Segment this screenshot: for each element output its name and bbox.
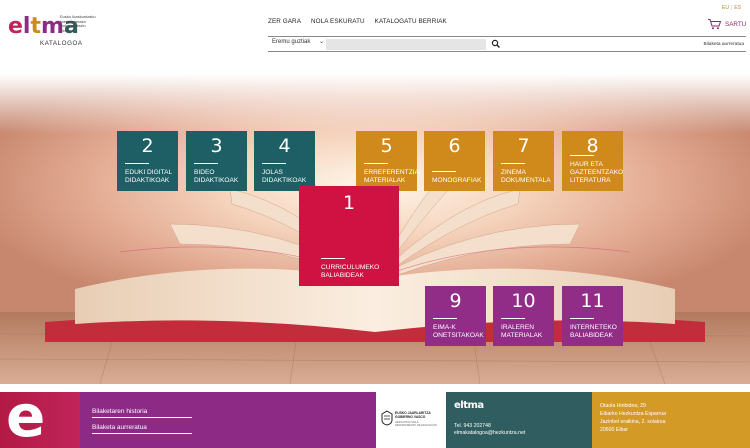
search-scope-select[interactable]: Eremu guztiak xyxy=(272,39,310,45)
address-line: 20600 Eibar xyxy=(600,427,628,433)
category-tile-11[interactable]: 11 INTERNETEKO BALIABIDEAK xyxy=(562,286,623,346)
lang-eu[interactable]: EU xyxy=(722,5,729,11)
hero-fade xyxy=(0,74,750,134)
category-tile-9[interactable]: 9 EIMA-K ONETSITAKOAK xyxy=(425,286,486,346)
search-icon[interactable] xyxy=(491,39,501,49)
footer-e-logo: e xyxy=(0,392,80,448)
tile-label: ERREFERENTZIA-MATERIALAK xyxy=(364,169,422,184)
tile-number: 11 xyxy=(580,290,605,312)
tile-number: 7 xyxy=(517,135,530,157)
tile-rule xyxy=(262,163,286,164)
tile-label: INTERNETEKO BALIABIDEAK xyxy=(570,324,617,339)
category-tile-1[interactable]: 1 CURRICULUMEKO BALIABIDEAK xyxy=(299,186,399,286)
lang-separator: | xyxy=(730,5,733,11)
footer-link-advanced-search[interactable]: Bilaketa aurreratua xyxy=(92,424,192,434)
logo-tagline-line: Zentroa xyxy=(60,27,74,33)
advanced-search-link[interactable]: Bilaketa aurreratua xyxy=(703,42,744,47)
address-line: Jazinbel eraikina, 2. solairua xyxy=(600,419,666,425)
tile-number: 1 xyxy=(342,192,356,214)
nav-katalogatu-berriak[interactable]: KATALOGATU BERRIAK xyxy=(375,18,447,25)
tile-label: IRALEREN MATERIALAK xyxy=(501,324,543,339)
search-input[interactable] xyxy=(326,39,486,50)
tile-rule xyxy=(501,318,525,319)
logo-subtitle: KATALOGOA xyxy=(40,40,83,47)
address-line: Otaola Hiribidea, 29 xyxy=(600,403,646,409)
basque-government-emblem-icon xyxy=(381,410,393,426)
category-tile-7[interactable]: 7 ZINEMA DOKUMENTALA xyxy=(493,131,554,191)
tile-rule xyxy=(432,171,456,172)
tile-rule xyxy=(125,163,149,164)
tile-label: JOLAS DIDAKTIKOAK xyxy=(262,169,307,184)
tile-number: 10 xyxy=(511,290,536,312)
tile-label: BIDEO DIDAKTIKOAK xyxy=(194,169,239,184)
footer-links: Bilaketaren historia Bilaketa aurreratua xyxy=(80,392,376,448)
language-switcher: EU | ES xyxy=(722,5,741,11)
tile-label: EDUKI DIGITAL DIDAKTIKOAK xyxy=(125,169,172,184)
tile-number: 6 xyxy=(448,135,461,157)
site-header: e l t m a Eusko Ikaskuntzako Ikastetxeet… xyxy=(0,0,750,74)
department-name: HEZKUNTZA SAILA DEPARTAMENTO DE EDUCACIÓ… xyxy=(395,421,440,427)
cart-button[interactable]: SARTU xyxy=(707,18,746,30)
logo-letter-l: l xyxy=(22,14,31,39)
tile-number: 4 xyxy=(278,135,291,157)
category-tile-2[interactable]: 2 EDUKI DIGITAL DIDAKTIKOAK xyxy=(117,131,178,191)
nav-nola-eskuratu[interactable]: NOLA ESKURATU xyxy=(311,18,365,25)
category-tile-6[interactable]: 6 MONOGRAFIAK xyxy=(424,131,485,191)
footer-email[interactable]: elmakatalogoa@hezkuntza.net xyxy=(454,430,525,436)
tile-rule xyxy=(194,163,218,164)
logo-letter-t: t xyxy=(30,14,41,39)
government-name: EUSKO JAURLARITZA GOBIERNO VASCO xyxy=(395,411,431,419)
category-tile-4[interactable]: 4 JOLAS DIDAKTIKOAK xyxy=(254,131,315,191)
cart-icon xyxy=(708,19,722,30)
tile-label: HAUR ETA GAZTEENTZAKO LITERATURA xyxy=(570,161,624,184)
tile-label: CURRICULUMEKO BALIABIDEAK xyxy=(321,264,380,279)
tile-number: 8 xyxy=(586,135,599,157)
top-nav: ZER GARA NOLA ESKURATU KATALOGATU BERRIA… xyxy=(268,18,447,25)
tile-number: 3 xyxy=(210,135,223,157)
footer-phone: Tel. 943 202748 xyxy=(454,423,491,429)
footer-e-letter: e xyxy=(6,392,46,448)
tile-rule xyxy=(321,258,345,259)
government-name-line: GOBIERNO VASCO xyxy=(395,415,426,419)
tile-rule xyxy=(501,163,525,164)
category-tile-5[interactable]: 5 ERREFERENTZIA-MATERIALAK xyxy=(356,131,422,191)
logo-tagline: Eusko Ikaskuntzako Ikastetxeetako Dokume… xyxy=(60,14,104,33)
site-footer: e Bilaketaren historia Bilaketa aurrerat… xyxy=(0,392,750,448)
category-tile-3[interactable]: 3 BIDEO DIDAKTIKOAK xyxy=(186,131,247,191)
tile-label: ZINEMA DOKUMENTALA xyxy=(501,169,551,184)
hero-banner: 2 EDUKI DIGITAL DIDAKTIKOAK 3 BIDEO DIDA… xyxy=(0,74,750,384)
logo-letter-e: e xyxy=(8,14,23,39)
tile-label: MONOGRAFIAK xyxy=(432,177,482,184)
nav-zer-gara[interactable]: ZER GARA xyxy=(268,18,301,25)
tile-number: 9 xyxy=(449,290,462,312)
search-bar: Eremu guztiak ⌄ Bilaketa aurreratua xyxy=(268,36,746,52)
chevron-down-icon: ⌄ xyxy=(319,39,325,45)
tile-label: EIMA-K ONETSITAKOAK xyxy=(433,324,484,339)
tile-rule xyxy=(570,155,594,156)
tile-number: 5 xyxy=(380,135,393,157)
tile-rule xyxy=(433,318,457,319)
tile-rule xyxy=(364,163,388,164)
address-line: Eibarko Hezkuntza Esparrua xyxy=(600,411,667,417)
cart-label: SARTU xyxy=(725,20,747,28)
footer-contact: eltma Tel. 943 202748 elmakatalogoa@hezk… xyxy=(446,392,592,448)
department-name-line: DEPARTAMENTO DE EDUCACIÓN xyxy=(395,424,437,428)
lang-es[interactable]: ES xyxy=(734,5,741,11)
elma-logo[interactable]: e l t m a Eusko Ikaskuntzako Ikastetxeet… xyxy=(8,12,108,48)
category-tile-8[interactable]: 8 HAUR ETA GAZTEENTZAKO LITERATURA xyxy=(562,131,623,191)
footer-elma-logo: eltma xyxy=(454,400,484,411)
footer-address: Otaola Hiribidea, 29 Eibarko Hezkuntza E… xyxy=(592,392,750,448)
category-tile-10[interactable]: 10 IRALEREN MATERIALAK xyxy=(493,286,554,346)
tile-rule xyxy=(570,318,594,319)
footer-link-search-history[interactable]: Bilaketaren historia xyxy=(92,408,192,418)
tile-number: 2 xyxy=(141,135,154,157)
footer-government-logo: EUSKO JAURLARITZA GOBIERNO VASCO HEZKUNT… xyxy=(376,392,446,448)
